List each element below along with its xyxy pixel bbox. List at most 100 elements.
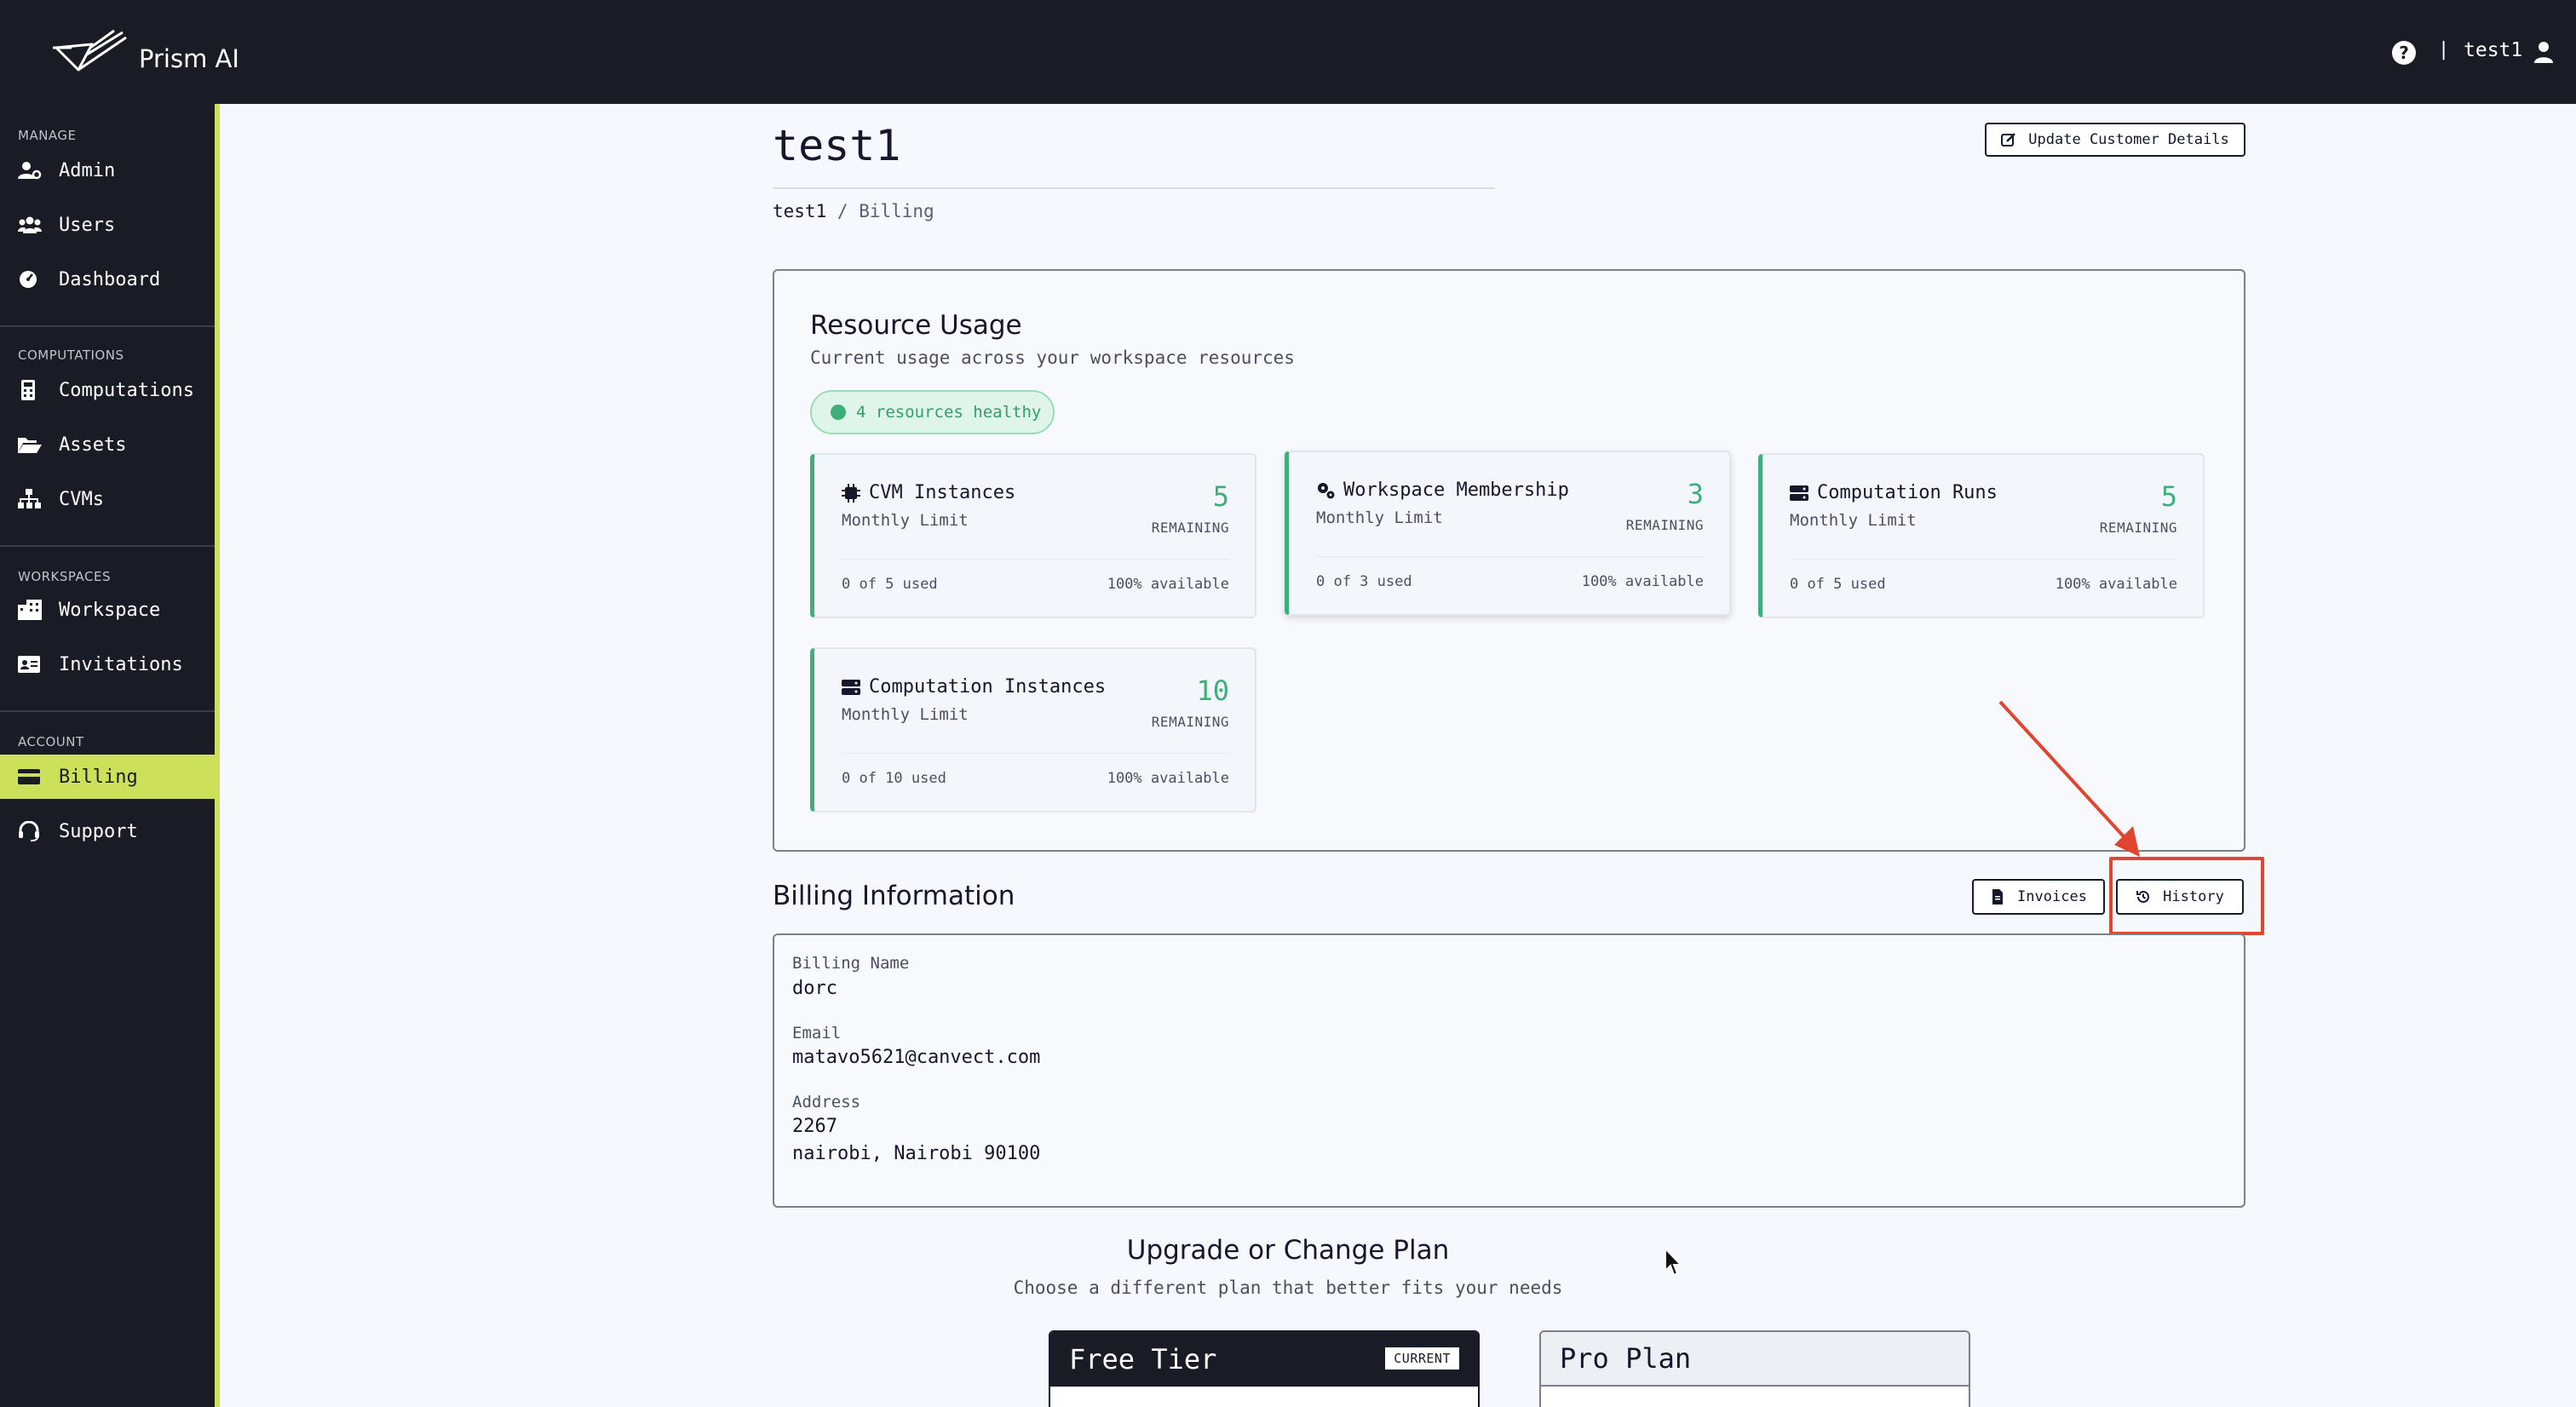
resource-card-subtitle: Monthly Limit <box>842 511 969 530</box>
resource-usage-title: Resource Usage <box>810 310 1022 341</box>
help-icon[interactable]: ? <box>2392 41 2416 65</box>
update-customer-details-button[interactable]: Update Customer Details <box>1985 123 2245 157</box>
sidebar-section-manage: MANAGE <box>18 128 77 143</box>
resource-card-title: Computation Instances <box>869 676 1107 698</box>
upgrade-plan-title: Upgrade or Change Plan <box>1126 1235 1450 1266</box>
sidebar-item-label: Assets <box>59 434 127 456</box>
plan-card-free-tier[interactable]: Free Tier CURRENT <box>1049 1330 1480 1407</box>
breadcrumb-separator: / <box>837 201 848 221</box>
card-divider <box>842 753 1229 754</box>
sidebar-item-label: Support <box>59 820 138 842</box>
plan-card-pro-plan[interactable]: Pro Plan <box>1539 1330 1970 1407</box>
check-circle-icon <box>831 405 846 420</box>
sidebar-item-label: Billing <box>59 766 138 788</box>
healthy-badge-label: 4 resources healthy <box>856 403 1042 422</box>
resource-available-text: 100% available <box>1107 770 1229 787</box>
billing-details-panel <box>773 933 2245 1208</box>
card-divider <box>1316 556 1704 557</box>
sidebar-item-label: Workspace <box>59 599 161 621</box>
billing-address-line2: nairobi, Nairobi 90100 <box>792 1143 1041 1164</box>
cogs-icon <box>1318 483 1335 499</box>
sidebar-section-workspaces: WORKSPACES <box>18 569 111 584</box>
mouse-pointer-icon <box>1665 1247 1682 1277</box>
highlight-annotation-box <box>2109 857 2264 935</box>
sidebar-item-assets[interactable]: Assets <box>0 422 215 467</box>
sidebar-item-label: Users <box>59 214 116 236</box>
resource-card-computation-runs: Computation Runs Monthly Limit 5 REMAINI… <box>1758 453 2205 618</box>
sidebar-divider <box>0 545 215 547</box>
breadcrumb-root[interactable]: test1 <box>773 201 826 221</box>
sidebar-item-invitations[interactable]: Invitations <box>0 642 215 686</box>
sidebar-item-workspace[interactable]: Workspace <box>0 588 215 632</box>
billing-name-value: dorc <box>792 978 837 999</box>
healthy-status-badge: 4 resources healthy <box>810 390 1055 434</box>
resource-usage-subtitle: Current usage across your workspace reso… <box>810 347 1295 368</box>
resource-card-computation-instances: Computation Instances Monthly Limit 10 R… <box>810 647 1256 813</box>
current-user-name[interactable]: test1 <box>2464 39 2522 61</box>
sidebar-item-label: CVMs <box>59 488 104 510</box>
user-icon[interactable] <box>2533 41 2554 63</box>
building-icon <box>18 600 42 620</box>
resource-used-text: 0 of 5 used <box>1790 576 1886 593</box>
resource-card-title: Workspace Membership <box>1343 480 1569 501</box>
sidebar-section-account: ACCOUNT <box>18 734 84 749</box>
resource-used-text: 0 of 3 used <box>1316 573 1412 590</box>
card-divider <box>842 559 1229 560</box>
resource-card-title: CVM Instances <box>869 482 1016 503</box>
resource-used-text: 0 of 5 used <box>842 576 938 593</box>
button-label: Invoices <box>2017 888 2087 905</box>
users-icon <box>18 216 42 233</box>
sidebar-item-support[interactable]: Support <box>0 809 215 853</box>
sitemap-icon <box>18 489 41 508</box>
resource-remaining-count: 5 <box>1212 480 1229 513</box>
credit-card-icon <box>18 769 40 784</box>
annotation-arrow-icon <box>1998 700 2140 857</box>
sidebar-item-label: Admin <box>59 159 116 181</box>
sidebar-item-computations[interactable]: Computations <box>0 368 215 412</box>
top-bar: Prism AI ? | test1 <box>0 0 2576 104</box>
sidebar-item-dashboard[interactable]: Dashboard <box>0 257 215 302</box>
card-divider <box>1790 559 2177 560</box>
sidebar-item-label: Dashboard <box>59 268 161 290</box>
resource-remaining-label: REMAINING <box>1151 520 1229 536</box>
button-label: Update Customer Details <box>2028 131 2229 148</box>
resource-available-text: 100% available <box>1581 573 1704 590</box>
invoices-button[interactable]: Invoices <box>1972 879 2105 915</box>
server-icon <box>1790 485 1808 501</box>
resource-card-title: Computation Runs <box>1817 482 1998 503</box>
sidebar-item-label: Computations <box>59 379 194 401</box>
chip-icon <box>842 484 860 502</box>
server-icon <box>842 680 860 695</box>
id-card-icon <box>18 656 40 673</box>
title-divider <box>773 187 1495 189</box>
sidebar-item-billing[interactable]: Billing <box>0 755 215 799</box>
gauge-icon <box>20 271 37 288</box>
sidebar: MANAGE Admin Users Dashboard COMPUTATION… <box>0 104 220 1407</box>
plan-name: Free Tier <box>1069 1343 1217 1375</box>
sidebar-divider <box>0 710 215 712</box>
breadcrumb-current: Billing <box>859 201 934 221</box>
header-separator: | <box>2438 39 2450 60</box>
billing-address-label: Address <box>792 1093 861 1111</box>
sidebar-divider <box>0 325 215 327</box>
resource-remaining-label: REMAINING <box>2099 520 2177 536</box>
folder-open-icon <box>18 438 42 453</box>
billing-email-value: matavo5621@canvect.com <box>792 1047 1041 1068</box>
current-plan-badge: CURRENT <box>1385 1347 1459 1370</box>
resource-used-text: 0 of 10 used <box>842 770 946 787</box>
resource-card-subtitle: Monthly Limit <box>1316 508 1443 527</box>
sidebar-item-users[interactable]: Users <box>0 203 215 247</box>
resource-card-subtitle: Monthly Limit <box>842 705 969 724</box>
resource-remaining-count: 10 <box>1196 675 1229 707</box>
page-title: test1 <box>773 121 901 170</box>
sidebar-item-cvms[interactable]: CVMs <box>0 477 215 521</box>
prism-logo-icon[interactable] <box>53 29 129 75</box>
resource-card-cvm-instances: CVM Instances Monthly Limit 5 REMAINING … <box>810 453 1256 618</box>
resource-card-subtitle: Monthly Limit <box>1790 511 1917 530</box>
resource-remaining-count: 5 <box>2160 480 2177 513</box>
app-name[interactable]: Prism AI <box>139 44 239 73</box>
resource-card-workspace-membership: Workspace Membership Monthly Limit 3 REM… <box>1285 451 1731 616</box>
resource-remaining-label: REMAINING <box>1151 714 1229 730</box>
sidebar-item-admin[interactable]: Admin <box>0 148 215 192</box>
billing-address-line1: 2267 <box>792 1116 837 1137</box>
